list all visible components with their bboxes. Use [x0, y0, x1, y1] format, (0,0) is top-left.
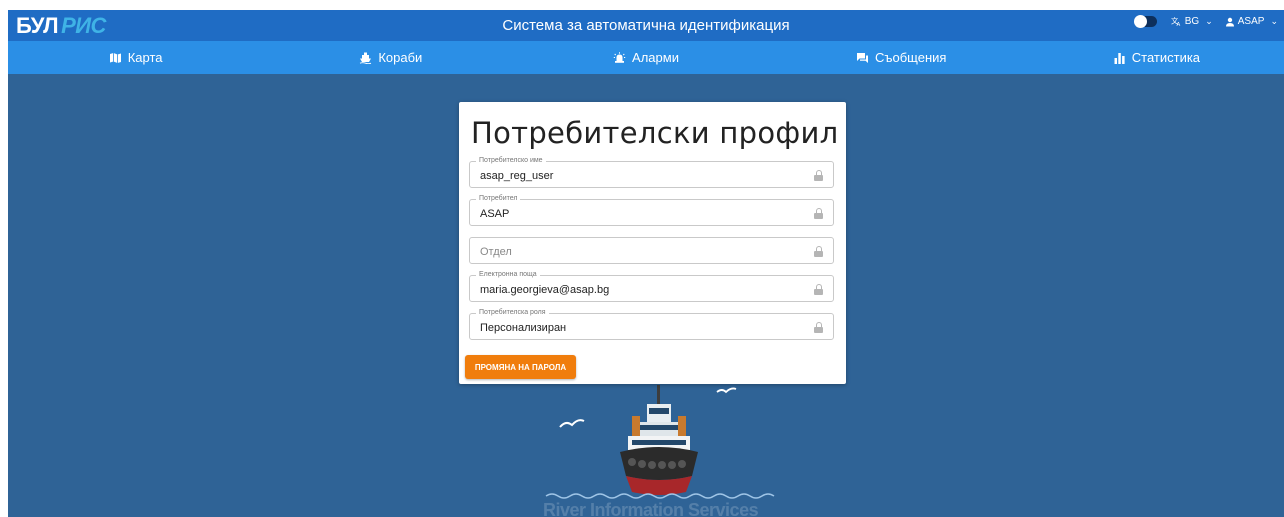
field-value: maria.georgieva@asap.bg — [480, 284, 610, 296]
nav-item-label: Аларми — [632, 50, 679, 65]
statistics-icon — [1114, 52, 1125, 64]
nav-item-map[interactable]: Карта — [8, 41, 263, 74]
nav-item-ships[interactable]: Кораби — [263, 41, 518, 74]
messages-icon — [856, 52, 868, 63]
department-field[interactable]: Отдел — [469, 237, 834, 264]
user-field[interactable]: Потребител ASAP — [469, 194, 834, 226]
chevron-down-icon: ⌄ — [1205, 16, 1213, 26]
nav-item-statistics[interactable]: Статистика — [1029, 41, 1284, 74]
email-field[interactable]: Електронна поща maria.georgieva@asap.bg — [469, 270, 834, 302]
lock-icon — [814, 208, 823, 219]
nav-item-label: Статистика — [1131, 50, 1201, 65]
user-icon — [1225, 17, 1234, 26]
profile-card: Потребителски профил Потребителско име a… — [459, 102, 846, 384]
lock-icon — [814, 284, 823, 295]
theme-toggle-switch[interactable] — [1133, 15, 1157, 28]
app-title: Система за автоматична идентификация — [502, 17, 790, 34]
nav-item-messages[interactable]: Съобщения — [774, 41, 1029, 74]
translate-icon: 文 A — [1171, 16, 1181, 27]
field-placeholder: Отдел — [480, 246, 512, 258]
role-field[interactable]: Потребителска роля Персонализиран — [469, 308, 834, 340]
field-value: Персонализиран — [480, 322, 567, 334]
lock-icon — [814, 322, 823, 333]
field-label: Потребителска роля — [476, 308, 549, 318]
language-selector[interactable]: 文 A BG ⌄ — [1171, 16, 1213, 27]
change-password-button[interactable]: ПРОМЯНА НА ПАРОЛА — [465, 355, 576, 379]
page-title: Потребителски профил — [471, 116, 839, 150]
language-code: BG — [1184, 16, 1200, 27]
field-value: asap_reg_user — [480, 170, 554, 182]
ship-icon — [360, 52, 372, 64]
field-value: ASAP — [480, 208, 510, 220]
title-bar: БУЛ РИС Система за автоматична идентифика… — [8, 10, 1284, 41]
main-nav: Карта Кораби Аларми Съобщения Статистика — [8, 41, 1284, 74]
app-window: БУЛ РИС Система за автоматична идентифика… — [8, 10, 1284, 517]
nav-item-label: Карта — [127, 50, 163, 65]
map-icon — [109, 52, 121, 63]
user-name: ASAP — [1237, 16, 1265, 27]
header-controls: 文 A BG ⌄ ASAP ⌄ — [1133, 15, 1278, 28]
watermark-text: River Information Services — [543, 500, 759, 517]
ship-illustration — [545, 385, 775, 499]
alarm-icon — [613, 51, 626, 63]
field-label: Потребител — [476, 194, 521, 204]
lock-icon — [814, 170, 823, 181]
nav-item-alarms[interactable]: Аларми — [518, 41, 773, 74]
nav-item-label: Съобщения — [874, 50, 947, 65]
user-menu[interactable]: ASAP ⌄ — [1225, 16, 1278, 27]
svg-text:A: A — [1176, 22, 1180, 27]
seagull-icon — [559, 419, 585, 428]
username-field[interactable]: Потребителско име asap_reg_user — [469, 156, 834, 188]
seagull-icon — [716, 387, 737, 394]
chevron-down-icon: ⌄ — [1270, 16, 1278, 26]
field-label: Потребителско име — [476, 156, 546, 166]
field-label: Електронна поща — [476, 270, 540, 280]
nav-item-label: Кораби — [378, 50, 423, 65]
lock-icon — [814, 246, 823, 257]
